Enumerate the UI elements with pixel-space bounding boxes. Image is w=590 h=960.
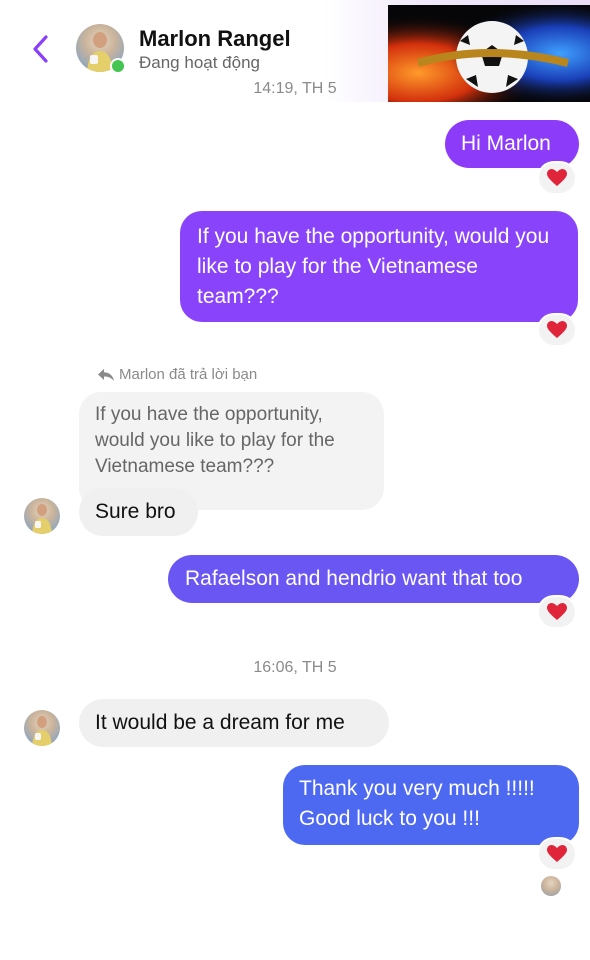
message-bubble-outgoing[interactable]: Thank you very much !!!!! Good luck to y… bbox=[283, 765, 579, 845]
online-indicator bbox=[110, 58, 126, 74]
sender-avatar[interactable] bbox=[24, 710, 60, 746]
reply-arrow-icon bbox=[98, 369, 114, 381]
heart-reaction[interactable] bbox=[539, 315, 575, 345]
sender-avatar[interactable] bbox=[24, 498, 60, 534]
heart-reaction[interactable] bbox=[539, 839, 575, 869]
heart-icon bbox=[547, 169, 567, 186]
heart-icon bbox=[547, 845, 567, 862]
message-bubble-outgoing[interactable]: Hi Marlon bbox=[445, 120, 579, 168]
message-bubble-outgoing[interactable]: Rafaelson and hendrio want that too bbox=[168, 555, 579, 603]
heart-reaction[interactable] bbox=[539, 163, 575, 193]
timestamp: 14:19, TH 5 bbox=[253, 80, 337, 97]
contact-status: Đang hoạt động bbox=[139, 53, 260, 72]
contact-name[interactable]: Marlon Rangel bbox=[139, 26, 291, 52]
seen-indicator-avatar bbox=[541, 876, 561, 896]
heart-icon bbox=[547, 321, 567, 338]
heart-reaction[interactable] bbox=[539, 597, 575, 627]
message-bubble-outgoing[interactable]: If you have the opportunity, would you l… bbox=[180, 211, 578, 322]
timestamp: 16:06, TH 5 bbox=[253, 659, 337, 676]
message-bubble-incoming[interactable]: It would be a dream for me bbox=[79, 699, 389, 747]
reply-note: Marlon đã trả lời bạn bbox=[119, 366, 258, 383]
heart-icon bbox=[547, 603, 567, 620]
message-bubble-incoming[interactable]: Sure bro bbox=[79, 488, 198, 536]
chevron-left-icon[interactable] bbox=[30, 34, 52, 64]
